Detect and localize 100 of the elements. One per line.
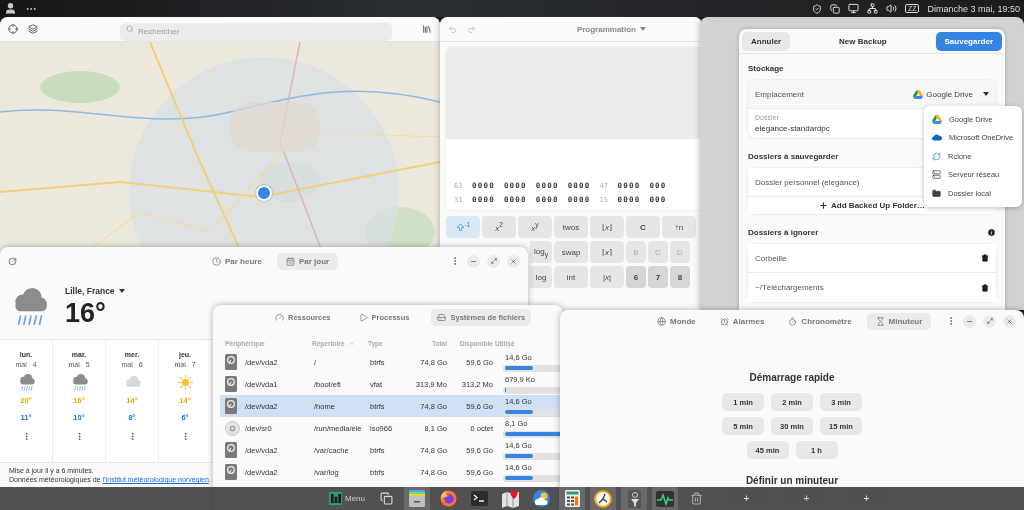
minimize-button[interactable] — [467, 254, 480, 268]
calculator-key[interactable]: ↑n — [662, 216, 696, 238]
view-tab[interactable]: Alarmes — [710, 312, 774, 330]
taskbar-button[interactable] — [590, 487, 616, 510]
calculator-key[interactable]: |x| — [590, 266, 624, 288]
timer-icon — [788, 316, 798, 326]
network-icon[interactable] — [866, 3, 878, 14]
delete-icon[interactable] — [981, 254, 989, 262]
windows-icon — [379, 492, 393, 505]
close-icon — [1006, 317, 1013, 325]
location-selector[interactable]: Lille, France — [65, 285, 125, 296]
taskbar-button[interactable] — [621, 487, 647, 510]
section-heading: Stockage — [748, 64, 784, 73]
hourglass-icon — [875, 316, 885, 326]
delete-icon[interactable] — [981, 283, 989, 292]
save-button[interactable]: Sauvegarder — [935, 31, 1002, 51]
calculator-key[interactable]: ⌈x⌉ — [590, 241, 624, 263]
folder-field[interactable]: elegance-standardpc — [755, 123, 955, 133]
folder-name: ~/Téléchargements — [755, 283, 824, 292]
calculator-key[interactable]: x$^{2}$ — [482, 216, 516, 238]
server-icon — [932, 170, 941, 180]
globe-icon — [657, 316, 666, 326]
view-tab[interactable]: Par heure — [203, 252, 271, 270]
play-icon — [358, 313, 368, 322]
cloud-icon — [932, 134, 942, 142]
user-icon[interactable] — [4, 2, 17, 15]
display-icon[interactable] — [847, 3, 859, 14]
hard-drive-icon — [225, 354, 237, 370]
close-icon — [510, 257, 517, 265]
shield-icon[interactable] — [811, 3, 822, 14]
view-tab[interactable]: Chronomètre — [779, 312, 861, 330]
folder-name: Dossier personnel (elegance) — [755, 177, 860, 187]
layers-icon[interactable] — [28, 24, 38, 34]
optical-disc-icon — [225, 420, 240, 436]
library-icon[interactable] — [422, 24, 432, 34]
calculator-key[interactable]: 6 — [626, 266, 646, 288]
calculator-key[interactable]: 8 — [670, 266, 690, 288]
taskbar-button[interactable] — [652, 487, 678, 510]
location-dropdown[interactable]: Google Drive — [913, 89, 989, 99]
add-folder-button[interactable]: Add Backed Up Folder… — [755, 197, 989, 214]
drive-icon — [932, 114, 942, 124]
calculator-key[interactable]: int — [554, 266, 588, 288]
cancel-button[interactable]: Annuler — [742, 31, 791, 51]
browser-icon — [439, 490, 457, 507]
view-tab[interactable]: Monde — [648, 312, 705, 330]
hard-drive-icon — [225, 398, 237, 414]
terminal-icon — [470, 491, 488, 506]
windows-icon[interactable] — [829, 3, 840, 14]
section-heading: Dossiers à ignorer — [748, 228, 819, 237]
shift-arrow-icon — [455, 222, 465, 232]
search-icon — [126, 25, 134, 33]
caret-icon — [640, 27, 646, 31]
sun-icon — [175, 373, 195, 392]
volume-icon[interactable] — [885, 3, 897, 14]
current-temperature: 16° — [65, 297, 107, 329]
clock-icon — [212, 256, 221, 266]
locate-icon[interactable] — [8, 24, 18, 34]
pulse-icon — [656, 490, 674, 507]
maximize-icon — [986, 318, 993, 324]
hard-drive-icon — [437, 313, 447, 322]
row-label: Emplacement — [755, 89, 804, 99]
calculator-key[interactable]: x$^{y}$ — [518, 216, 552, 238]
refresh-icon[interactable] — [8, 256, 17, 266]
sync-icon — [932, 151, 941, 161]
hard-drive-icon — [225, 442, 237, 458]
section-title: Définir un minuteur — [745, 475, 839, 486]
menu-button[interactable]: Menu — [326, 487, 368, 510]
calculator-key[interactable]: log — [530, 266, 552, 288]
weather-icon — [532, 490, 550, 507]
search-field[interactable]: Rechercher — [120, 22, 392, 41]
calculator-icon — [564, 490, 580, 507]
close-button[interactable] — [507, 254, 520, 268]
info-icon[interactable] — [987, 228, 996, 237]
calendar-icon — [285, 256, 295, 266]
calculator-key[interactable]: twos — [554, 216, 588, 238]
filter-icon — [627, 489, 641, 508]
section-heading: Dossiers à sauvegarder — [748, 152, 839, 161]
folder-icon — [932, 188, 941, 198]
hard-drive-icon — [225, 376, 237, 392]
view-tab[interactable]: Minuteur — [866, 312, 932, 330]
calculator-key[interactable]: log$_{y}$ — [530, 241, 552, 263]
caret-icon — [118, 288, 125, 293]
maximize-icon — [490, 258, 497, 264]
plus-icon — [819, 201, 829, 210]
minimize-button[interactable] — [963, 314, 976, 328]
view-tab[interactable]: Par jour — [276, 252, 339, 270]
calculator-key[interactable]: 7 — [648, 266, 668, 288]
calculator-key[interactable]: swap — [554, 241, 588, 263]
gauge-icon — [275, 313, 284, 322]
panel-clock[interactable]: Dimanche 3 mai, 19:50 — [927, 3, 1020, 14]
folder-name: Corbeille — [755, 253, 787, 263]
calculator-key[interactable]: C — [626, 216, 660, 238]
dialog-title: New Backup — [838, 36, 888, 46]
close-button[interactable] — [1003, 314, 1016, 328]
taskbar-button[interactable] — [559, 487, 585, 510]
taskbar-button[interactable] — [404, 487, 430, 510]
calculator-key[interactable]: ⌊x⌋ — [590, 216, 624, 238]
caret-icon — [983, 92, 989, 96]
mode-dropdown[interactable]: Programmation — [576, 24, 646, 34]
hard-drive-icon — [225, 464, 237, 480]
